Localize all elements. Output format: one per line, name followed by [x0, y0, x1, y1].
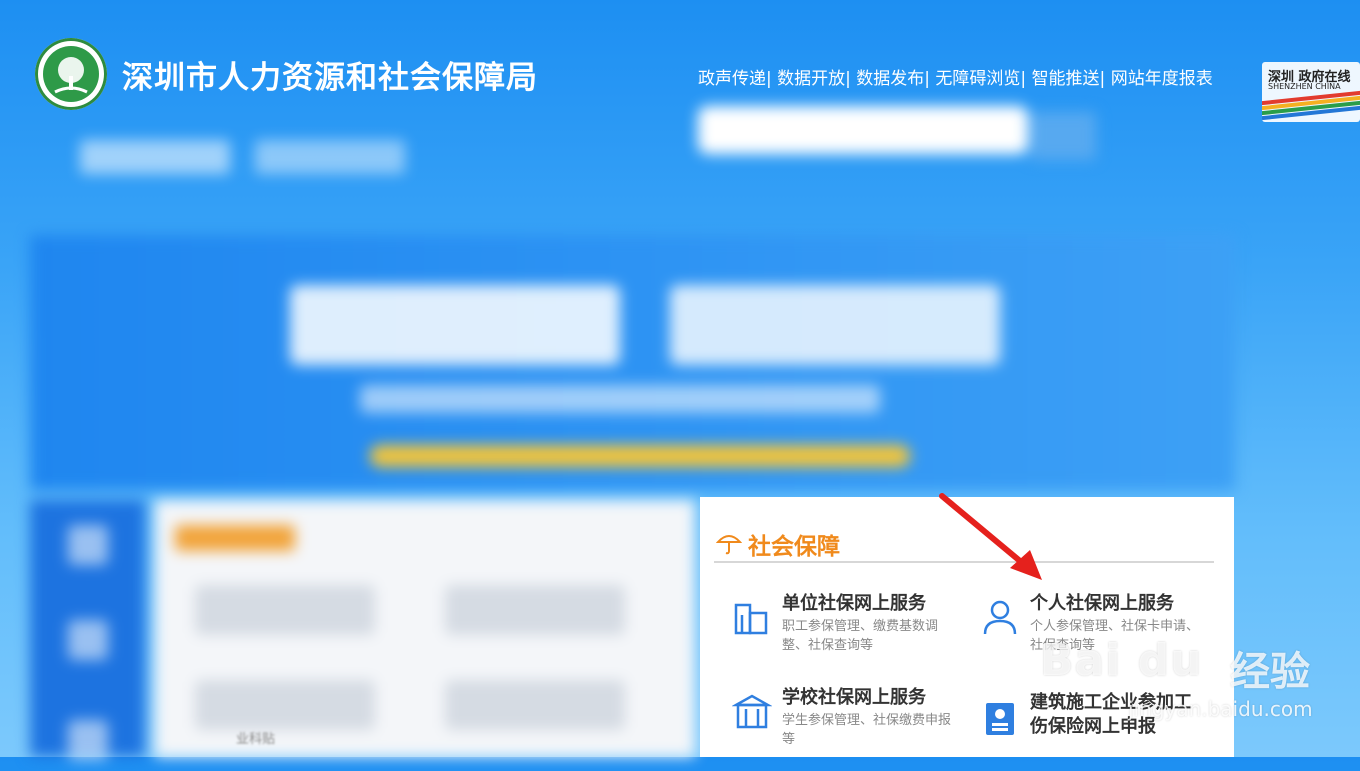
gov-logo-subtext: SHENZHEN CHINA [1268, 82, 1341, 91]
top-links: 政声传递| 数据开放| 数据发布| 无障碍浏览| 智能推送| 网站年度报表 [698, 64, 1213, 89]
tree-icon [54, 57, 88, 94]
link-policy[interactable]: 政声传递| [698, 69, 772, 89]
service-title[interactable]: 个人社保网上服务 [1030, 589, 1174, 615]
service-desc: 学生参保管理、社保缴费申报等 [782, 713, 952, 747]
link-accessibility[interactable]: 无障碍浏览| [935, 69, 1026, 89]
service-title[interactable]: 单位社保网上服务 [782, 589, 926, 615]
baidu-watermark: Bai du 经验 jingyan.baidu.com [1040, 635, 1313, 721]
site-title[interactable]: 深圳市人力资源和社会保障局 [122, 52, 538, 97]
umbrella-icon [716, 535, 742, 555]
service-panel-left[interactable] [155, 500, 695, 757]
watermark-url: jingyan.baidu.com [1128, 697, 1313, 721]
watermark-brand: Bai du [1040, 635, 1203, 686]
link-smart-push[interactable]: 智能推送| [1032, 69, 1106, 89]
link-data-release[interactable]: 数据发布| [856, 69, 930, 89]
search-button[interactable] [1030, 112, 1096, 160]
shenzhen-gov-logo[interactable]: 深圳 政府在线 SHENZHEN CHINA [1262, 62, 1360, 122]
service-company[interactable]: 单位社保网上服务 职工参保管理、缴费基数调整、社保查询等 [732, 589, 982, 669]
link-open-data[interactable]: 数据开放| [777, 69, 851, 89]
red-arrow-icon [939, 493, 1042, 580]
service-title[interactable]: 学校社保网上服务 [782, 683, 926, 709]
panel-title: 社会保障 [748, 534, 840, 560]
service-desc: 职工参保管理、缴费基数调整、社保查询等 [782, 619, 939, 653]
person-icon [983, 600, 1017, 635]
search-input[interactable] [698, 106, 1028, 154]
blurred-text: 业科贴 [236, 732, 276, 747]
promo-banner[interactable] [30, 235, 1235, 490]
main-nav[interactable] [40, 130, 690, 190]
bureau-logo[interactable] [35, 38, 107, 110]
id-card-icon [986, 703, 1014, 735]
school-icon [732, 694, 772, 729]
watermark-name: 经验 [1230, 649, 1310, 695]
side-nav[interactable] [30, 500, 145, 760]
building-chart-icon [734, 603, 768, 635]
service-school[interactable]: 学校社保网上服务 学生参保管理、社保缴费申报等 [732, 683, 982, 763]
link-annual-report[interactable]: 网站年度报表 [1111, 69, 1213, 89]
